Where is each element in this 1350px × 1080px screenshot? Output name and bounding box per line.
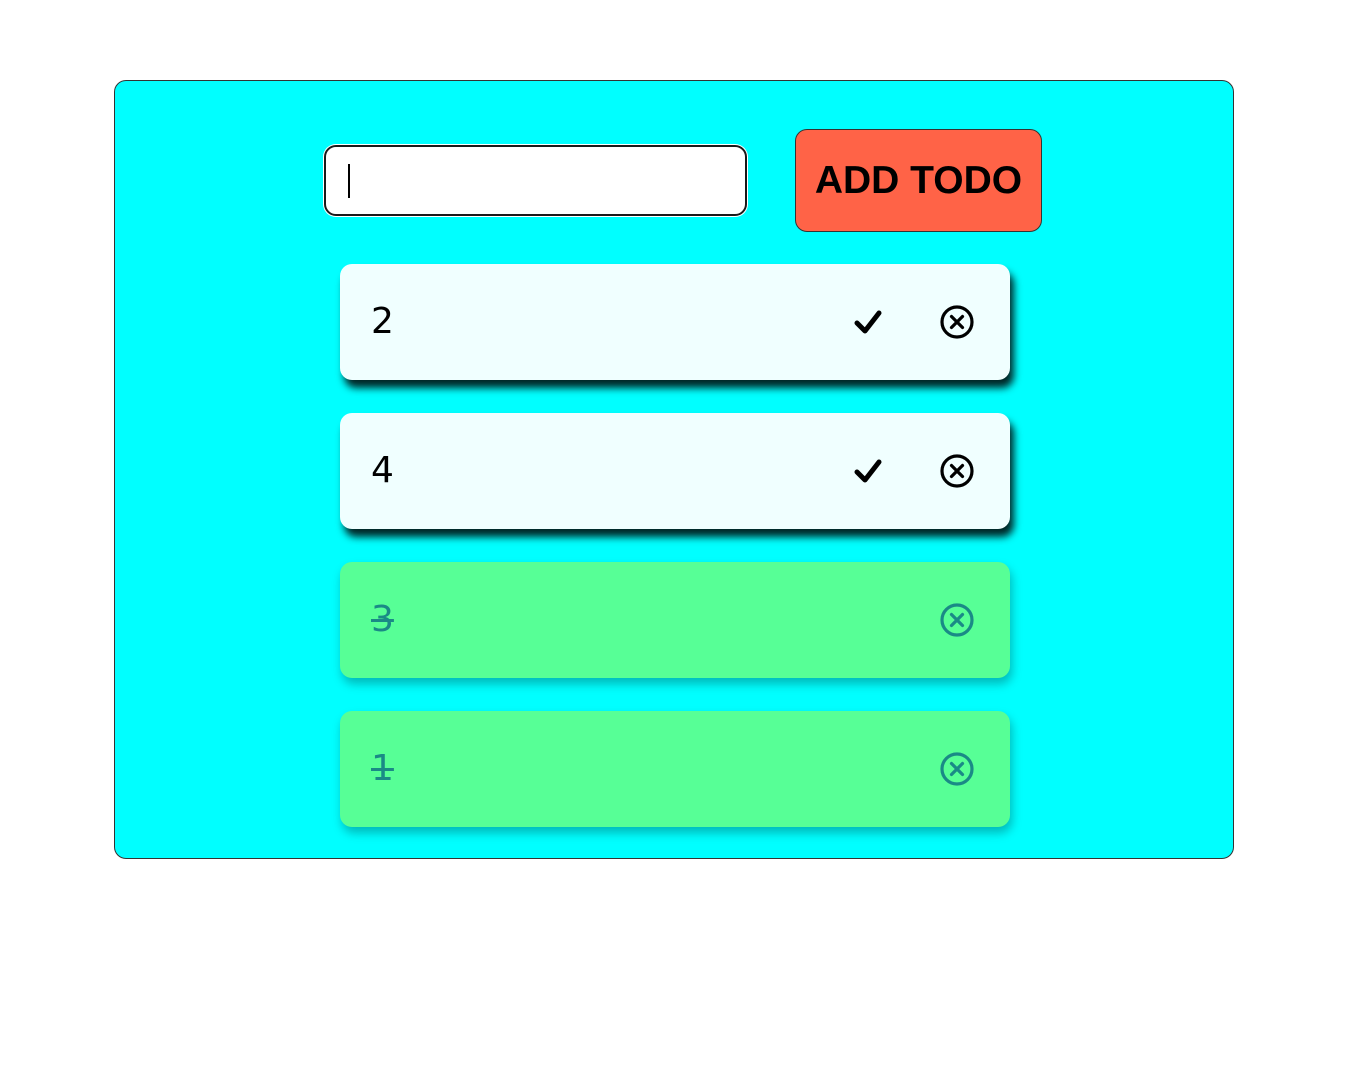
check-icon	[854, 310, 882, 334]
todo-text: 4	[371, 450, 394, 491]
todo-input[interactable]	[324, 145, 747, 216]
text-caret	[348, 164, 350, 198]
delete-todo-button[interactable]	[939, 751, 975, 787]
todo-text: 3	[371, 599, 394, 640]
todo-app-panel: ADD TODO 2 4 3 1	[114, 80, 1234, 859]
delete-todo-button[interactable]	[939, 602, 975, 638]
close-circle-icon	[940, 603, 974, 637]
close-circle-icon	[940, 752, 974, 786]
todo-item: 1	[340, 711, 1010, 827]
todo-text: 1	[371, 748, 394, 789]
delete-todo-button[interactable]	[939, 453, 975, 489]
add-todo-button[interactable]: ADD TODO	[795, 129, 1042, 232]
close-circle-icon	[940, 305, 974, 339]
delete-todo-button[interactable]	[939, 304, 975, 340]
todo-item: 3	[340, 562, 1010, 678]
complete-todo-button[interactable]	[852, 455, 884, 487]
complete-todo-button[interactable]	[852, 306, 884, 338]
check-icon	[854, 459, 882, 483]
close-circle-icon	[940, 454, 974, 488]
todo-text: 2	[371, 301, 394, 342]
todo-item: 2	[340, 264, 1010, 380]
todo-item: 4	[340, 413, 1010, 529]
